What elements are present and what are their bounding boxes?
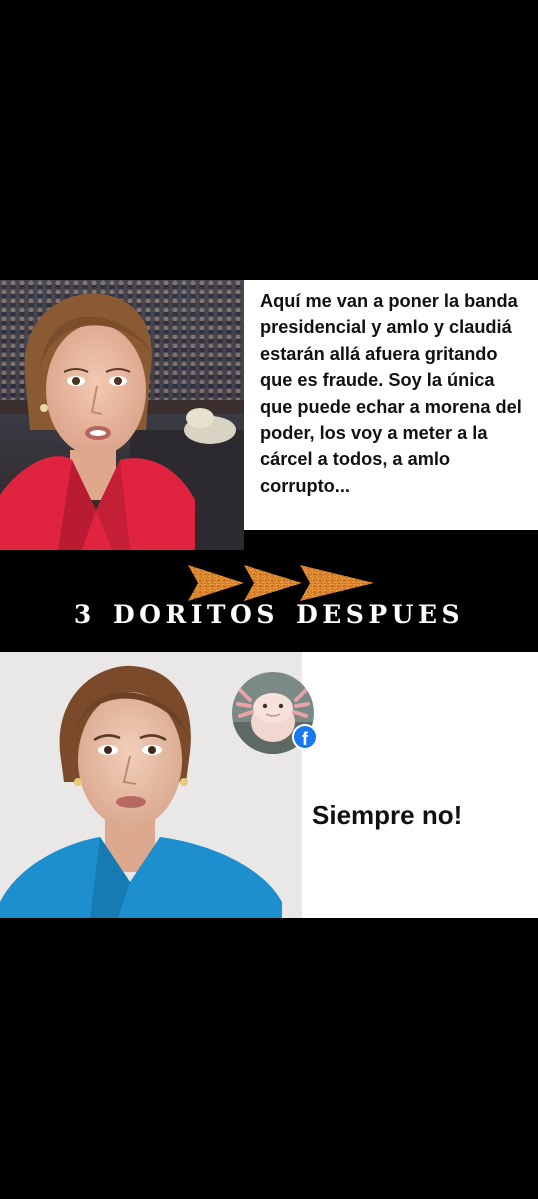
meme-caption: 3 DORITOS DESPUES [73, 600, 465, 629]
facebook-icon: f [292, 724, 318, 750]
bottom-panel: f Siempre no! [0, 652, 538, 918]
dorito-arrow-icon [244, 565, 302, 601]
reply-text: Siempre no! [312, 800, 463, 830]
woman-selfie-photo [0, 280, 244, 550]
quote-text: Aquí me van a poner la banda presidencia… [260, 291, 522, 496]
quote-box: Aquí me van a poner la banda presidencia… [244, 280, 538, 530]
top-panel: Aquí me van a poner la banda presidencia… [0, 280, 538, 550]
dorito-arrow-icon [188, 565, 244, 601]
dorito-arrow-icon [300, 565, 374, 601]
